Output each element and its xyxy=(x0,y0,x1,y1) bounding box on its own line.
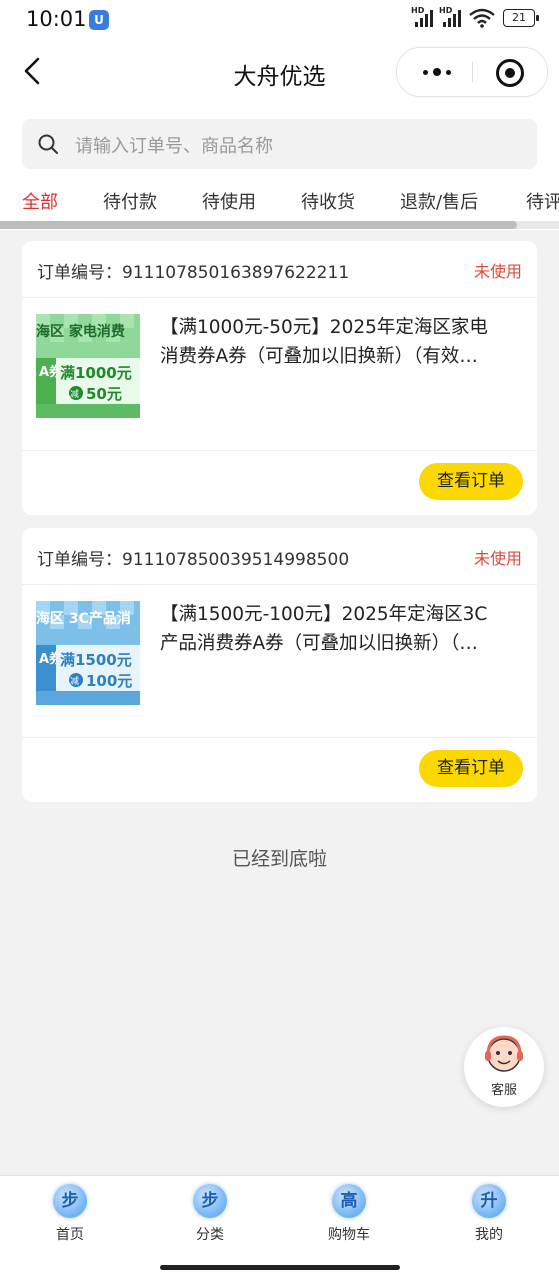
svg-text:50元: 50元 xyxy=(86,385,122,403)
customer-service-label: 客服 xyxy=(490,1083,517,1098)
capsule-divider xyxy=(472,62,473,82)
battery-icon: 21 xyxy=(503,9,539,27)
nav-bar: 大舟优选 xyxy=(0,40,559,104)
status-icons: HD HD 21 xyxy=(411,6,539,28)
order-status: 未使用 xyxy=(473,262,522,281)
tabbar-label: 分类 xyxy=(196,1227,224,1243)
tab-to-use[interactable]: 待使用 xyxy=(202,188,256,214)
svg-text:满1000元: 满1000元 xyxy=(60,364,132,382)
tabbar-label: 首页 xyxy=(56,1227,84,1243)
divider xyxy=(22,450,537,451)
view-order-button[interactable]: 查看订单 xyxy=(419,750,523,787)
order-card[interactable]: 订单编号：911107850039514998500 未使用 海区 3C产品消 … xyxy=(22,528,537,802)
view-order-button[interactable]: 查看订单 xyxy=(419,463,523,500)
signal-icon: HD xyxy=(411,6,433,27)
status-bar: 10:01 U HD HD 21 xyxy=(0,0,559,40)
signal-icon-2: HD xyxy=(439,6,461,27)
search-input[interactable]: 请输入订单号、商品名称 xyxy=(22,119,537,169)
product-title[interactable]: 【满1500元-100元】2025年定海区3C 产品消费券A券（可叠加以旧换新）… xyxy=(160,600,520,658)
search-icon xyxy=(38,134,58,154)
profile-icon: 升 xyxy=(472,1184,506,1218)
miniprogram-capsule xyxy=(396,47,548,97)
tab-to-review[interactable]: 待评 xyxy=(526,188,559,214)
close-miniprogram-icon[interactable] xyxy=(496,59,524,87)
more-icon[interactable] xyxy=(417,48,457,96)
customer-service-button[interactable]: 客服 xyxy=(464,1027,544,1107)
svg-text:100元: 100元 xyxy=(86,672,132,690)
tabs-scrollbar[interactable] xyxy=(0,221,559,229)
product-title[interactable]: 【满1000元-50元】2025年定海区家电 消费券A券（可叠加以旧换新）（有效… xyxy=(160,313,520,371)
tab-pending-payment[interactable]: 待付款 xyxy=(103,188,157,214)
search-placeholder: 请输入订单号、商品名称 xyxy=(75,136,273,157)
svg-text:满1500元: 满1500元 xyxy=(60,651,132,669)
product-image[interactable]: 海区 家电消费 A券 满1000元 减 50元 xyxy=(36,314,140,418)
thumb-banner-text: 海区 家电消费 xyxy=(36,323,125,340)
order-card[interactable]: 订单编号：911107850163897622211 未使用 海区 家电消费 A… xyxy=(22,241,537,515)
cart-icon: 高 xyxy=(332,1184,366,1218)
order-card-header: 订单编号：911107850163897622211 未使用 xyxy=(22,241,537,298)
order-number: 订单编号：911107850163897622211 xyxy=(37,263,350,283)
tab-refund[interactable]: 退款/售后 xyxy=(400,188,478,214)
order-card-header: 订单编号：911107850039514998500 未使用 xyxy=(22,528,537,585)
tabbar-home[interactable]: 步 首页 xyxy=(25,1184,115,1244)
tabbar-label: 购物车 xyxy=(328,1227,370,1243)
category-icon: 步 xyxy=(193,1184,227,1218)
home-icon: 步 xyxy=(53,1184,87,1218)
tab-all[interactable]: 全部 xyxy=(22,188,58,214)
customer-service-icon xyxy=(485,1035,523,1072)
home-indicator[interactable] xyxy=(160,1265,400,1270)
order-status: 未使用 xyxy=(473,549,522,568)
end-of-list-tip: 已经到底啦 xyxy=(231,848,327,870)
divider xyxy=(22,737,537,738)
app-notification-icon: U xyxy=(89,10,109,30)
tabbar-profile[interactable]: 升 我的 xyxy=(444,1184,534,1244)
status-time: 10:01 xyxy=(26,7,87,31)
tabbar-cart[interactable]: 高 购物车 xyxy=(304,1184,394,1244)
order-number: 订单编号：911107850039514998500 xyxy=(37,550,350,570)
tabbar-category[interactable]: 步 分类 xyxy=(165,1184,255,1244)
tabbar-label: 我的 xyxy=(475,1227,503,1243)
wifi-icon xyxy=(469,8,495,28)
product-image[interactable]: 海区 3C产品消 A券 满1500元 减 100元 xyxy=(36,601,140,705)
tab-to-receive[interactable]: 待收货 xyxy=(301,188,355,214)
search-section: 请输入订单号、商品名称 xyxy=(0,104,559,176)
svg-text:减: 减 xyxy=(70,388,79,400)
svg-text:减: 减 xyxy=(70,675,79,687)
thumb-banner-text: 海区 3C产品消 xyxy=(36,610,131,627)
